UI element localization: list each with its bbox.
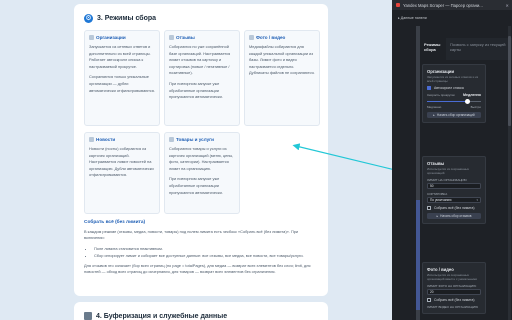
tab-map-start[interactable]: Позволь с запуску из текущей карты <box>446 38 512 60</box>
limit-label: ЛИМИТ НА ОРГАНИЗАЦИЮ <box>427 178 467 182</box>
list-item: Поле лимита становится неактивным. <box>94 245 318 252</box>
mode-card-text: Медиафайлы собираются для каждой уникаль… <box>249 44 315 76</box>
start-reviews-button[interactable]: ▸ Начать сбор отзывов <box>427 213 481 219</box>
collect-all-reviews-option[interactable]: Собрать всё (без лимита) <box>427 206 481 210</box>
mode-card-text: Сохраняются только уникальные организаци… <box>89 74 155 93</box>
mode-card-text: При повторном запуске уже обработанные о… <box>169 80 223 100</box>
speed-scale: Медленно Быстро <box>427 105 481 109</box>
mode-card-text: Новости (посты) собираются из карточек о… <box>89 146 154 178</box>
building-icon <box>89 35 94 40</box>
panel-card-hint: Используется из сохранённых организаций … <box>427 273 478 281</box>
collect-all-reviews-checkbox[interactable] <box>427 206 431 210</box>
speed-label: Скорость прокрутки <box>427 93 455 97</box>
section-title: 3. Режимы сбора <box>97 15 157 22</box>
slider-max-label: Быстро <box>470 105 481 109</box>
box-icon <box>84 312 92 320</box>
mode-card-text: Собираются товары и услуги из карточек о… <box>169 146 234 171</box>
section-header: ⚙ 3. Режимы сбора <box>84 14 156 23</box>
close-icon[interactable]: ✕ <box>505 3 509 8</box>
section-header: 4. Буферизация и служебные данные <box>84 312 227 320</box>
window-title: Yandex Maps Scraper — Парсер органи... <box>403 2 483 8</box>
app-logo-icon <box>396 3 400 7</box>
cart-icon <box>169 137 174 142</box>
mode-card-news: Новости Новости (посты) собираются из ка… <box>84 132 160 214</box>
reviews-sort-select[interactable]: По умолчанию ▾ <box>427 197 481 203</box>
star-icon <box>169 35 174 40</box>
mode-card-products: Товары и услуги Собираются товары и услу… <box>164 132 240 214</box>
mode-card-media: Фото / видео Медиафайлы собираются для к… <box>244 30 320 126</box>
mode-card-reviews: Отзывы Собираются по уже сохранённой баз… <box>164 30 240 126</box>
collect-all-intro: В каждом режиме (отзывы, медиа, новости,… <box>84 229 299 241</box>
gear-icon: ⚙ <box>84 14 93 23</box>
mode-card-title: Фото / видео <box>256 35 286 40</box>
play-icon: ▸ <box>433 113 435 117</box>
mode-card-title: Новости <box>96 137 116 142</box>
speed-value: Медленно <box>462 93 481 97</box>
collect-all-media-checkbox[interactable] <box>427 298 431 302</box>
chevron-down-icon: ▾ <box>476 198 478 202</box>
checkbox-label: Собрать всё (без лимита) <box>434 206 475 210</box>
collect-all-heading: Собрать всё (без лимита) <box>84 220 146 225</box>
play-icon: ▸ <box>436 214 439 218</box>
list-item: Сбор игнорирует лимит и собирает все дос… <box>94 252 318 259</box>
collect-all-list: Поле лимита становится неактивным. Сбор … <box>94 245 318 259</box>
panel-subheader-label: ▸ Данные панели <box>398 16 427 20</box>
auto-scroll-checkbox[interactable] <box>427 86 431 90</box>
panel-card-hint: Используется из сохранённых организаций <box>427 167 470 175</box>
documentation-page: ⚙ 3. Режимы сбора Организации Запускаетс… <box>74 0 328 320</box>
start-organizations-button[interactable]: ▸ Начать сбор организаций <box>427 112 481 118</box>
panel-card-title: Отзывы <box>427 161 445 166</box>
collect-all-media-option[interactable]: Собрать всё (без лимита) <box>427 298 481 302</box>
mode-card-title: Товары и услуги <box>176 137 214 142</box>
reviews-limit-input[interactable]: 50 <box>427 183 481 189</box>
photo-limit-input[interactable]: 20 <box>427 289 481 295</box>
panel-card-title: Организации <box>427 69 455 74</box>
section-title: 4. Буферизация и служебные данные <box>96 312 228 320</box>
collect-all-section: Собрать всё (без лимита) В каждом режиме… <box>84 220 318 278</box>
scrollbar-thumb[interactable] <box>508 36 511 126</box>
panel-subheader[interactable]: ▸ Данные панели <box>392 14 512 22</box>
scroll-speed-slider[interactable] <box>427 98 481 104</box>
newspaper-icon <box>89 137 94 142</box>
mode-card-text: Запускается из сетевых ответов и дополни… <box>89 44 151 69</box>
checkbox-label: Автоскролл списка <box>434 86 464 90</box>
panel-card-title: Фото / видео <box>427 267 454 272</box>
mode-card-text: Собираются по уже сохранённой базе орган… <box>169 44 231 76</box>
slider-min-label: Медленно <box>427 105 442 109</box>
panel-scrollbar[interactable] <box>508 26 511 320</box>
auto-scroll-option[interactable]: Автоскролл списка <box>427 86 481 90</box>
mode-card-organizations: Организации Запускается из сетевых ответ… <box>84 30 160 126</box>
checkbox-label: Собрать всё (без лимита) <box>434 298 475 302</box>
panel-card-media: Фото / видео Используется из сохранённых… <box>422 262 486 314</box>
slider-thumb[interactable] <box>465 98 470 104</box>
panel-card-organizations: Организации Запускается из сетевых ответ… <box>422 64 486 123</box>
mode-card-title: Организации <box>96 35 126 40</box>
mode-card-text: При повторном запуске уже обработанные о… <box>169 176 223 195</box>
window-titlebar: Yandex Maps Scraper — Парсер органи... ✕ <box>392 0 512 10</box>
panel-card-reviews: Отзывы Используется из сохранённых орган… <box>422 156 486 224</box>
speed-header: Скорость прокрутки Медленно <box>427 93 481 97</box>
slider-fill <box>427 100 468 102</box>
panel-card-hint: Запускается из сетевых ответов и из всей… <box>427 75 479 83</box>
section-card-modes: ⚙ 3. Режимы сбора Организации Запускаетс… <box>74 4 328 296</box>
tab-modes[interactable]: Режимы сбора <box>420 38 446 60</box>
mode-tabs: Режимы сбора Позволь с запуску из текуще… <box>420 38 512 60</box>
extension-panel: Yandex Maps Scraper — Парсер органи... ✕… <box>392 0 512 320</box>
collect-all-note: Для отзывов это означает (бор всех стран… <box>84 262 311 275</box>
side-highlight <box>416 200 420 310</box>
mode-card-title: Отзывы <box>176 35 195 40</box>
photo-limit-label: ЛИМИТ ФОТО НА ОРГАНИЗАЦИЮ <box>427 284 477 288</box>
sort-label: СОРТИРОВКА <box>427 192 448 196</box>
video-limit-label: ЛИМИТ ВИДЕО НА ОРГАНИЗАЦИЮ <box>427 305 479 309</box>
section-card-buffering: 4. Буферизация и служебные данные <box>74 302 328 320</box>
photo-icon <box>249 35 254 40</box>
